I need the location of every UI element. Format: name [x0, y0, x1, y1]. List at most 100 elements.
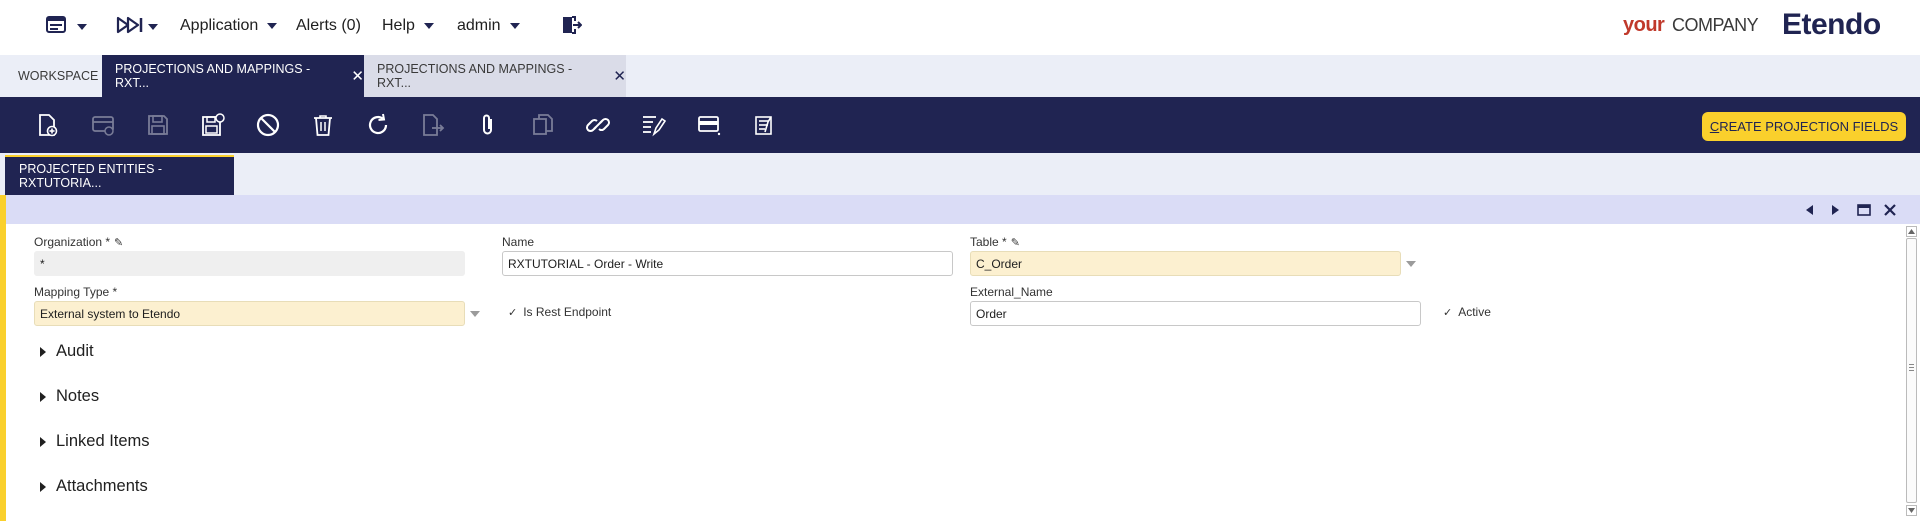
export-button[interactable]	[418, 110, 448, 140]
chevron-down-icon[interactable]	[470, 311, 480, 317]
chevron-down-icon	[1908, 508, 1915, 513]
user-menu-label: admin	[457, 17, 501, 34]
section-audit[interactable]: Audit	[40, 342, 94, 361]
section-linked-items[interactable]: Linked Items	[40, 432, 150, 451]
window-tab-bar: WORKSPACE PROJECTIONS AND MAPPINGS - RXT…	[0, 55, 1920, 97]
table-label: Table * ✎	[970, 235, 1020, 249]
chevron-up-icon	[1908, 229, 1915, 234]
create-projection-fields-label: CREATE PROJECTION FIELDS	[1709, 119, 1899, 134]
section-attachments-label: Attachments	[56, 477, 148, 495]
section-attachments[interactable]: Attachments	[40, 477, 148, 496]
mapping-type-value: External system to Etendo	[40, 306, 181, 321]
user-menu[interactable]: admin	[457, 17, 520, 35]
undo-button[interactable]	[253, 110, 283, 140]
chevron-right-icon	[1832, 205, 1839, 215]
top-navigation: Application Alerts (0) Help admin your C…	[0, 0, 1920, 55]
audit-trail-button[interactable]	[638, 110, 668, 140]
clone-button[interactable]	[528, 110, 558, 140]
chevron-down-icon	[509, 23, 520, 29]
organization-value: *	[40, 256, 45, 271]
close-icon[interactable]: ✕	[351, 67, 364, 85]
subtab-bar: PROJECTED ENTITIES - RXTUTORIA...	[0, 153, 1920, 195]
logout-icon	[560, 14, 583, 41]
mapping-type-select[interactable]: External system to Etendo	[34, 301, 465, 326]
external-name-label: External_Name	[970, 285, 1053, 299]
logout-button[interactable]	[560, 12, 583, 42]
external-name-input[interactable]: Order	[970, 301, 1421, 326]
external-name-value: Order	[976, 306, 1007, 321]
close-form-button[interactable]	[1882, 202, 1898, 218]
quick-launch-button[interactable]	[46, 12, 87, 42]
grid-view-icon	[698, 116, 721, 136]
chevron-down-icon	[267, 23, 278, 29]
link-button[interactable]	[583, 110, 613, 140]
chevron-left-icon	[1806, 205, 1813, 215]
checkmark-icon: ✓	[1443, 306, 1453, 319]
save-close-button[interactable]	[198, 110, 228, 140]
active-checkbox[interactable]: ✓ Active	[1443, 305, 1491, 319]
chevron-right-icon	[40, 436, 46, 447]
link-icon	[585, 117, 611, 133]
undo-icon	[256, 113, 280, 137]
tab-projections-mappings[interactable]: PROJECTIONS AND MAPPINGS - RXT... ✕	[364, 55, 626, 97]
tab-workspace[interactable]: WORKSPACE	[5, 55, 102, 97]
application-menu-label: Application	[180, 17, 259, 34]
audit-trail-icon	[643, 116, 666, 137]
organization-field[interactable]: *	[34, 251, 465, 276]
maximize-button[interactable]	[1856, 202, 1872, 218]
chevron-down-icon	[148, 24, 158, 30]
is-rest-endpoint-checkbox[interactable]: ✓ Is Rest Endpoint	[508, 305, 611, 319]
active-tab-accent	[0, 195, 6, 521]
scroll-down-button[interactable]	[1906, 505, 1917, 516]
chevron-right-icon	[40, 391, 46, 402]
new-row-icon	[92, 116, 114, 136]
new-record-button[interactable]	[32, 110, 62, 140]
fast-forward-icon	[116, 16, 144, 39]
chevron-down-icon[interactable]	[1406, 261, 1416, 267]
create-projection-fields-button[interactable]: CREATE PROJECTION FIELDS	[1702, 112, 1906, 141]
tab-projected-entities[interactable]: PROJECTED ENTITIES - RXTUTORIA...	[5, 155, 234, 195]
previous-record-button[interactable]	[1801, 202, 1817, 218]
section-notes[interactable]: Notes	[40, 387, 99, 406]
refresh-icon	[368, 113, 388, 135]
mapping-type-label: Mapping Type *	[34, 285, 118, 299]
scrollbar-thumb[interactable]	[1906, 238, 1917, 503]
active-label: Active	[1458, 305, 1491, 319]
is-rest-endpoint-label: Is Rest Endpoint	[523, 305, 612, 319]
close-icon	[1884, 204, 1896, 216]
alerts-link[interactable]: Alerts (0)	[296, 17, 361, 35]
maximize-icon	[1857, 204, 1871, 216]
company-logo-company: COMPANY	[1672, 15, 1759, 35]
quick-create-button[interactable]	[116, 12, 158, 42]
checkmark-icon: ✓	[508, 306, 518, 319]
name-value: RXTUTORIAL - Order - Write	[508, 256, 664, 271]
tab-projections-mappings-active[interactable]: PROJECTIONS AND MAPPINGS - RXT... ✕	[102, 55, 364, 97]
save-button[interactable]	[143, 110, 173, 140]
refresh-button[interactable]	[363, 110, 393, 140]
delete-icon	[314, 115, 332, 136]
clone-icon	[533, 114, 553, 135]
grid-view-button[interactable]	[694, 110, 724, 140]
chevron-down-icon	[77, 24, 87, 30]
next-record-button[interactable]	[1828, 202, 1844, 218]
table-value: C_Order	[976, 256, 1023, 271]
list-menu-icon	[46, 15, 68, 40]
attachment-icon	[483, 114, 492, 135]
table-select[interactable]: C_Order	[970, 251, 1401, 276]
help-menu[interactable]: Help	[382, 17, 434, 35]
form-view-button[interactable]	[749, 110, 779, 140]
new-row-button[interactable]	[88, 110, 118, 140]
new-record-icon	[39, 114, 58, 137]
chevron-right-icon	[40, 481, 46, 492]
close-icon[interactable]: ✕	[613, 67, 626, 85]
chevron-down-icon	[423, 23, 434, 29]
name-input[interactable]: RXTUTORIAL - Order - Write	[502, 251, 953, 276]
edit-link-icon[interactable]: ✎	[1011, 236, 1020, 249]
attachment-button[interactable]	[473, 110, 503, 140]
edit-link-icon[interactable]: ✎	[114, 236, 123, 249]
alerts-label: Alerts (0)	[296, 17, 361, 34]
application-menu[interactable]: Application	[180, 17, 278, 35]
scroll-up-button[interactable]	[1906, 226, 1917, 237]
etendo-logo: Etendo	[1782, 8, 1881, 41]
delete-button[interactable]	[308, 110, 338, 140]
